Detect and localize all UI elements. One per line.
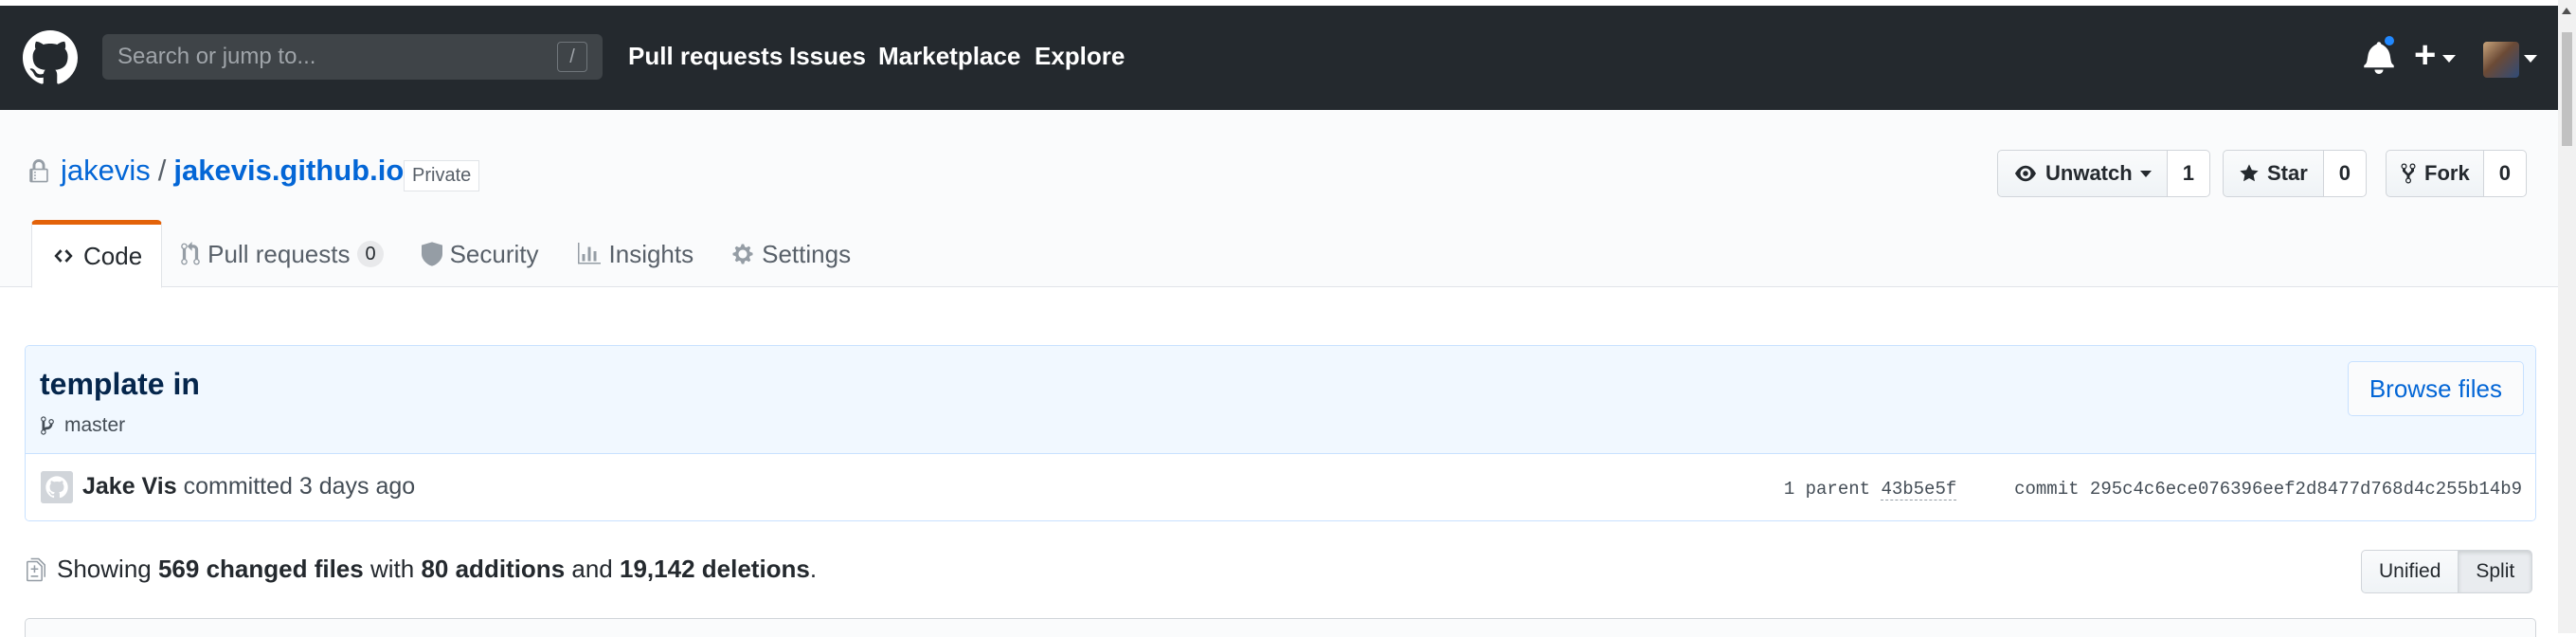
create-new-caret-icon[interactable]: [2442, 55, 2456, 63]
file-diff-header-partial: [25, 618, 2536, 637]
unwatch-label: Unwatch: [2045, 161, 2133, 185]
scrollbar-thumb[interactable]: [2562, 32, 2572, 146]
tab-security[interactable]: Security: [403, 220, 558, 288]
github-logo-icon[interactable]: [23, 30, 78, 85]
unwatch-caret-icon: [2139, 170, 2152, 177]
gear-icon: [732, 244, 753, 264]
lock-icon: [29, 159, 48, 183]
repo-nav-tabs: Code Pull requests 0 Security Insights S…: [31, 220, 870, 288]
commit-header: template in master Browse files: [26, 346, 2535, 454]
nav-issues[interactable]: Issues: [789, 42, 866, 71]
summary-period: .: [809, 555, 818, 583]
fork-group: Fork 0: [2386, 150, 2527, 197]
commit-label: commit: [2014, 479, 2080, 500]
notification-indicator: [2383, 34, 2396, 47]
git-pull-request-icon: [181, 242, 200, 265]
graph-icon: [577, 243, 601, 264]
tab-code-label: Code: [83, 241, 143, 270]
tab-settings[interactable]: Settings: [712, 220, 870, 288]
search-input[interactable]: [102, 34, 603, 80]
search-box[interactable]: /: [102, 34, 603, 80]
nav-explore[interactable]: Explore: [1035, 42, 1125, 71]
summary-changed-files[interactable]: 569 changed files: [158, 555, 364, 584]
watchers-count[interactable]: 1: [2167, 150, 2210, 197]
commit-sha-line: 1 parent 43b5e5f commit 295c4c6ece076396…: [1784, 479, 2522, 500]
commit-action: committed: [183, 473, 293, 500]
repo-name-link[interactable]: jakevis.github.io: [173, 154, 404, 187]
star-group: Star 0: [2223, 150, 2368, 197]
tab-pull-requests[interactable]: Pull requests 0: [162, 220, 402, 288]
stargazers-count[interactable]: 0: [2323, 150, 2368, 197]
diff-view-toggle: Unified Split: [2361, 550, 2533, 593]
git-branch-icon: [41, 416, 54, 435]
unwatch-button[interactable]: Unwatch: [1997, 150, 2168, 197]
commit-title: template in: [40, 367, 200, 401]
commit-author-line: Jake Vis committed 3 days ago: [82, 473, 415, 500]
commit-meta: Jake Vis committed 3 days ago 1 parent 4…: [26, 454, 2535, 520]
eye-icon: [2015, 165, 2036, 182]
commit-box: template in master Browse files Jake Vis…: [25, 345, 2536, 521]
file-diff-icon[interactable]: [27, 557, 45, 582]
commit-branch: master: [40, 414, 125, 437]
repo-title: jakevis / jakevis.github.io: [61, 154, 404, 188]
nav-marketplace[interactable]: Marketplace: [878, 42, 1020, 71]
star-button[interactable]: Star: [2223, 150, 2324, 197]
commit-author-name[interactable]: Jake Vis: [82, 473, 177, 500]
star-icon: [2240, 164, 2259, 182]
unified-view-button[interactable]: Unified: [2361, 550, 2459, 593]
window-top-edge: [0, 0, 2558, 6]
scroll-up-arrow-icon[interactable]: [2562, 8, 2571, 14]
commit-time: 3 days ago: [298, 473, 416, 500]
tab-pull-requests-label: Pull requests: [207, 239, 351, 268]
tab-settings-label: Settings: [762, 239, 852, 268]
nav-pull-requests[interactable]: Pull requests: [628, 42, 783, 71]
shield-icon: [421, 242, 442, 266]
author-avatar-icon[interactable]: [41, 471, 73, 503]
code-icon: [54, 249, 73, 263]
repo-owner-link[interactable]: jakevis: [61, 154, 151, 187]
summary-and: and: [571, 555, 613, 583]
diff-summary: Showing 569 changed files with 80 additi…: [27, 555, 817, 584]
split-view-button[interactable]: Split: [2459, 550, 2533, 593]
tab-insights[interactable]: Insights: [558, 220, 713, 288]
user-menu-caret-icon[interactable]: [2524, 55, 2537, 63]
parent-sha-link[interactable]: 43b5e5f: [1881, 479, 1957, 500]
commit-branch-name[interactable]: master: [64, 414, 125, 437]
star-label: Star: [2267, 161, 2308, 185]
tab-security-label: Security: [449, 239, 539, 268]
summary-deletions: 19,142 deletions: [620, 555, 810, 583]
private-label: Private: [404, 160, 480, 191]
tab-insights-label: Insights: [608, 239, 694, 268]
create-new-icon[interactable]: +: [2414, 34, 2436, 76]
repo-fork-icon: [2401, 163, 2416, 184]
forks-count[interactable]: 0: [2483, 150, 2527, 197]
parent-label: 1 parent: [1783, 479, 1871, 500]
fork-label: Fork: [2424, 161, 2470, 185]
watch-group: Unwatch 1: [1997, 150, 2210, 197]
repo-path-separator: /: [157, 154, 167, 187]
browse-files-button[interactable]: Browse files: [2347, 361, 2524, 416]
commit-sha: 295c4c6ece076396eef2d8477d768d4c255b14b9: [2089, 479, 2522, 500]
user-avatar[interactable]: [2483, 42, 2519, 78]
summary-with: with: [369, 555, 415, 583]
fork-button[interactable]: Fork: [2386, 150, 2484, 197]
pull-requests-counter: 0: [357, 241, 384, 267]
tab-code[interactable]: Code: [31, 220, 163, 288]
search-shortcut-key: /: [557, 42, 587, 72]
summary-showing: Showing: [57, 555, 152, 583]
summary-additions: 80 additions: [421, 555, 566, 583]
